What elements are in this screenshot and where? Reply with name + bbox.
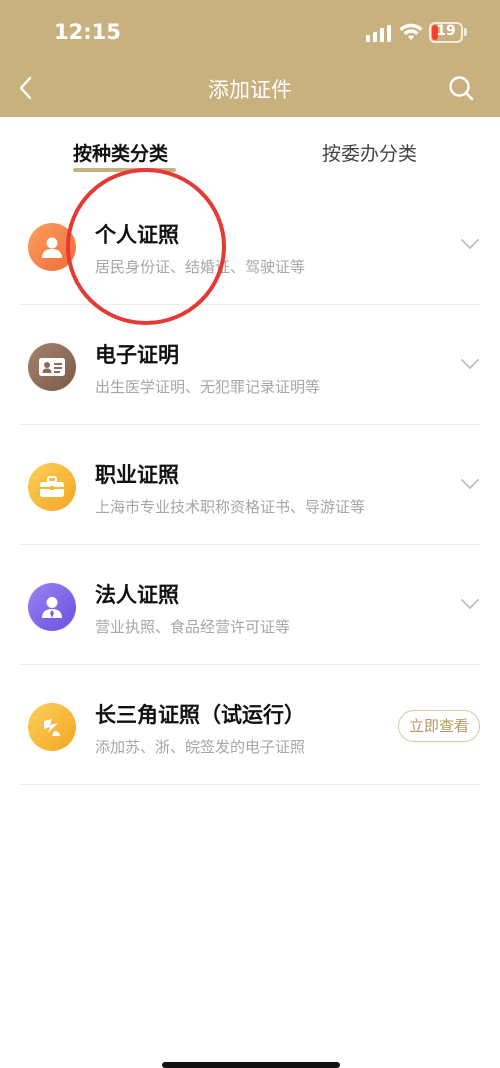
battery-icon: 19 [429, 22, 463, 43]
tab-by-department[interactable]: 按委办分类 [322, 139, 417, 166]
item-subtitle: 上海市专业技术职称资格证书、导游证等 [95, 498, 366, 516]
chevron-down-icon[interactable] [460, 597, 480, 611]
tab-by-type[interactable]: 按种类分类 [73, 139, 168, 166]
list-item-professional-license[interactable]: 职业证照 上海市专业技术职称资格证书、导游证等 [20, 425, 480, 545]
chevron-down-icon[interactable] [460, 237, 480, 251]
chevron-down-icon[interactable] [460, 477, 480, 491]
page-title: 添加证件 [208, 78, 292, 102]
list-item-corporate-license[interactable]: 法人证照 营业执照、食品经营许可证等 [20, 545, 480, 665]
search-icon[interactable] [447, 74, 475, 102]
battery-cap [464, 28, 467, 36]
id-card-icon [28, 343, 76, 391]
header-bar: 12:15 19 添加证件 [0, 0, 500, 117]
list-item-electronic-certificate[interactable]: 电子证明 出生医学证明、无犯罪记录证明等 [20, 305, 480, 425]
category-tabs: 按种类分类 按委办分类 [0, 117, 500, 177]
wifi-icon [399, 23, 423, 40]
chevron-down-icon[interactable] [460, 357, 480, 371]
item-title: 电子证明 [95, 343, 179, 367]
item-title: 长三角证照（试运行） [95, 703, 305, 727]
status-time: 12:15 [54, 20, 121, 44]
briefcase-icon [28, 463, 76, 511]
corporate-person-icon [28, 583, 76, 631]
battery-percentage: 19 [436, 23, 456, 39]
yangtze-delta-icon [28, 703, 76, 751]
cellular-signal-icon [366, 25, 391, 42]
item-subtitle: 营业执照、食品经营许可证等 [95, 618, 291, 636]
red-circle-annotation [66, 168, 226, 325]
item-subtitle: 出生医学证明、无犯罪记录证明等 [95, 378, 321, 396]
home-indicator[interactable] [162, 1062, 340, 1068]
item-title: 法人证照 [95, 583, 179, 607]
list-item-yangtze-delta-license[interactable]: 长三角证照（试运行） 添加苏、浙、皖签发的电子证照 立即查看 [20, 665, 480, 785]
item-subtitle: 添加苏、浙、皖签发的电子证照 [95, 738, 306, 756]
view-now-button[interactable]: 立即查看 [397, 710, 480, 742]
item-title: 职业证照 [95, 463, 179, 487]
